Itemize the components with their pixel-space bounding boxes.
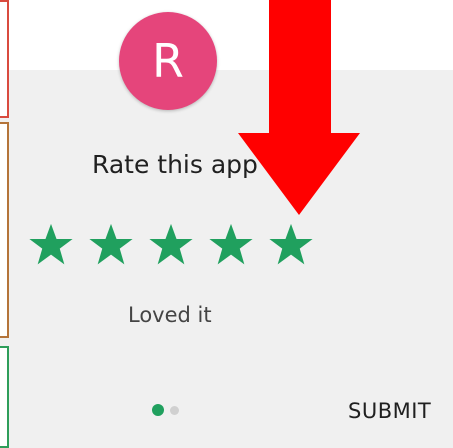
rating-label: Loved it: [128, 303, 212, 327]
star-icon[interactable]: [268, 222, 314, 268]
star-icon[interactable]: [28, 222, 74, 268]
background-card-edge: [0, 122, 9, 338]
app-avatar: R: [119, 12, 217, 110]
avatar-letter: R: [152, 34, 184, 88]
star-icon[interactable]: [148, 222, 194, 268]
star-rating[interactable]: [28, 222, 314, 268]
background-card-edge: [0, 346, 9, 448]
page-dot: [170, 405, 179, 415]
page-indicator: [152, 404, 179, 416]
background-card-edge: [0, 0, 9, 118]
submit-button[interactable]: SUBMIT: [348, 399, 431, 423]
star-icon[interactable]: [208, 222, 254, 268]
dialog-top-background: [0, 0, 453, 70]
page-dot-active: [152, 404, 164, 416]
star-icon[interactable]: [88, 222, 134, 268]
dialog-title: Rate this app: [92, 150, 258, 179]
